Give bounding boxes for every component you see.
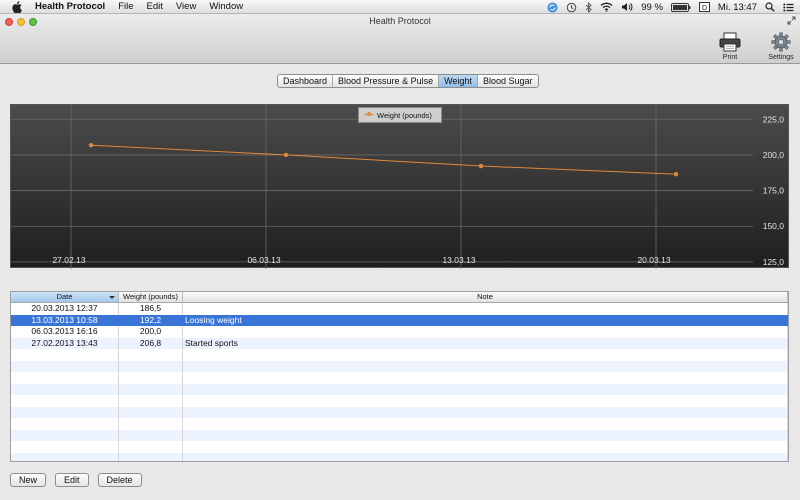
empty-row: [11, 429, 788, 441]
tab-blood-pressure-pulse[interactable]: Blood Pressure & Pulse: [333, 75, 440, 87]
empty-row: [11, 452, 788, 461]
menubar-clock[interactable]: Mi. 13:47: [718, 2, 757, 13]
input-source-icon[interactable]: D: [698, 2, 710, 12]
menu-window[interactable]: Window: [209, 1, 243, 12]
column-header-date[interactable]: Date: [11, 292, 119, 302]
table-row[interactable]: 27.02.2013 13:43 206,8 Started sports: [11, 337, 788, 349]
table-row[interactable]: 20.03.2013 12:37 186,5: [11, 303, 788, 315]
battery-percent[interactable]: 99 %: [641, 2, 663, 13]
weight-chart: 225,0 200,0 175,0 150,0 125,0 27.02.13 06.03.1…: [10, 104, 789, 269]
wifi-icon[interactable]: [600, 2, 613, 12]
notification-center-icon[interactable]: [783, 3, 794, 12]
spotlight-icon[interactable]: [765, 2, 775, 12]
window-title: Health Protocol: [369, 16, 431, 26]
table-header: Date Weight (pounds) Note: [11, 292, 788, 303]
empty-row: [11, 441, 788, 453]
print-label: Print: [722, 54, 738, 61]
print-button[interactable]: Print: [710, 32, 750, 61]
table-row-selected[interactable]: 13.03.2013 10:58 192,2 Loosing weight: [11, 314, 788, 326]
bluetooth-icon[interactable]: [585, 1, 592, 13]
y-tick-label: 225,0: [763, 114, 785, 124]
cell-weight: 200,0: [119, 326, 183, 338]
cell-date: 27.02.2013 13:43: [11, 337, 119, 349]
delete-button[interactable]: Delete: [97, 473, 142, 487]
menu-view[interactable]: View: [176, 1, 196, 12]
x-tick-label: 20.03.13: [637, 255, 670, 265]
y-tick-label: 175,0: [763, 186, 785, 196]
legend-label: Weight (pounds): [377, 110, 432, 120]
empty-row: [11, 395, 788, 407]
cell-date: 06.03.2013 16:16: [11, 326, 119, 338]
action-buttons: New Edit Delete: [10, 473, 142, 487]
weight-table: Date Weight (pounds) Note 20.03.2013 12:…: [10, 291, 789, 462]
x-tick-label: 13.03.13: [442, 255, 475, 265]
settings-label: Settings: [768, 54, 794, 61]
settings-button[interactable]: Settings: [761, 32, 800, 61]
menu-app-name[interactable]: Health Protocol: [35, 1, 105, 12]
data-point: [283, 152, 289, 158]
battery-icon[interactable]: [670, 2, 691, 12]
cell-note: [183, 326, 788, 338]
x-tick-label: 27.02.13: [52, 255, 85, 265]
menu-file[interactable]: File: [118, 1, 133, 12]
cell-date: 13.03.2013 10:58: [11, 314, 119, 326]
column-header-weight[interactable]: Weight (pounds): [119, 292, 183, 302]
empty-row: [11, 418, 788, 430]
menu-bar: Health Protocol File Edit View Window 99…: [0, 0, 800, 14]
empty-row: [11, 372, 788, 384]
tab-dashboard[interactable]: Dashboard: [278, 75, 334, 87]
view-tabs: Dashboard Blood Pressure & Pulse Weight …: [277, 74, 539, 88]
data-point: [478, 163, 484, 169]
column-header-date-label: Date: [56, 292, 73, 301]
data-point: [673, 171, 679, 177]
empty-row: [11, 383, 788, 395]
gear-icon: [771, 32, 791, 52]
table-row[interactable]: 06.03.2013 16:16 200,0: [11, 326, 788, 338]
cell-weight: 186,5: [119, 303, 183, 315]
table-body: 20.03.2013 12:37 186,5 13.03.2013 10:58 …: [11, 303, 788, 461]
y-tick-label: 150,0: [763, 221, 785, 231]
empty-row: [11, 360, 788, 372]
cell-note: [183, 303, 788, 315]
status-area: 99 % D Mi. 13:47: [547, 0, 794, 14]
weight-chart-svg: 225,0 200,0 175,0 150,0 125,0 27.02.13 06.03.1…: [11, 105, 785, 269]
cell-date: 20.03.2013 12:37: [11, 303, 119, 315]
window-titlebar: Health Protocol Print Settings: [0, 14, 800, 64]
apple-menu-icon[interactable]: [11, 0, 23, 13]
chart-legend: Weight (pounds): [358, 107, 442, 123]
cell-weight: 192,2: [119, 314, 183, 326]
column-header-note[interactable]: Note: [183, 292, 788, 302]
empty-row: [11, 406, 788, 418]
edit-button[interactable]: Edit: [55, 473, 89, 487]
x-tick-label: 06.03.13: [247, 255, 280, 265]
cell-note: Loosing weight: [183, 314, 788, 326]
empty-row: [11, 349, 788, 361]
time-machine-icon[interactable]: [566, 2, 577, 13]
sync-icon[interactable]: [547, 2, 558, 13]
cell-note: Started sports: [183, 337, 788, 349]
tab-weight[interactable]: Weight: [439, 75, 478, 87]
data-point: [88, 143, 94, 148]
svg-text:D: D: [702, 5, 707, 12]
cell-weight: 206,8: [119, 337, 183, 349]
series-line-weight: [90, 144, 677, 175]
y-tick-label: 125,0: [763, 257, 785, 267]
y-tick-label: 200,0: [763, 150, 785, 160]
sort-descending-icon: [109, 296, 115, 299]
legend-swatch: [364, 112, 374, 118]
menu-edit[interactable]: Edit: [147, 1, 163, 12]
fullscreen-icon[interactable]: [787, 16, 796, 25]
new-button[interactable]: New: [10, 473, 47, 487]
printer-icon: [719, 32, 741, 52]
volume-icon[interactable]: [621, 2, 633, 12]
tab-blood-sugar[interactable]: Blood Sugar: [478, 75, 538, 87]
